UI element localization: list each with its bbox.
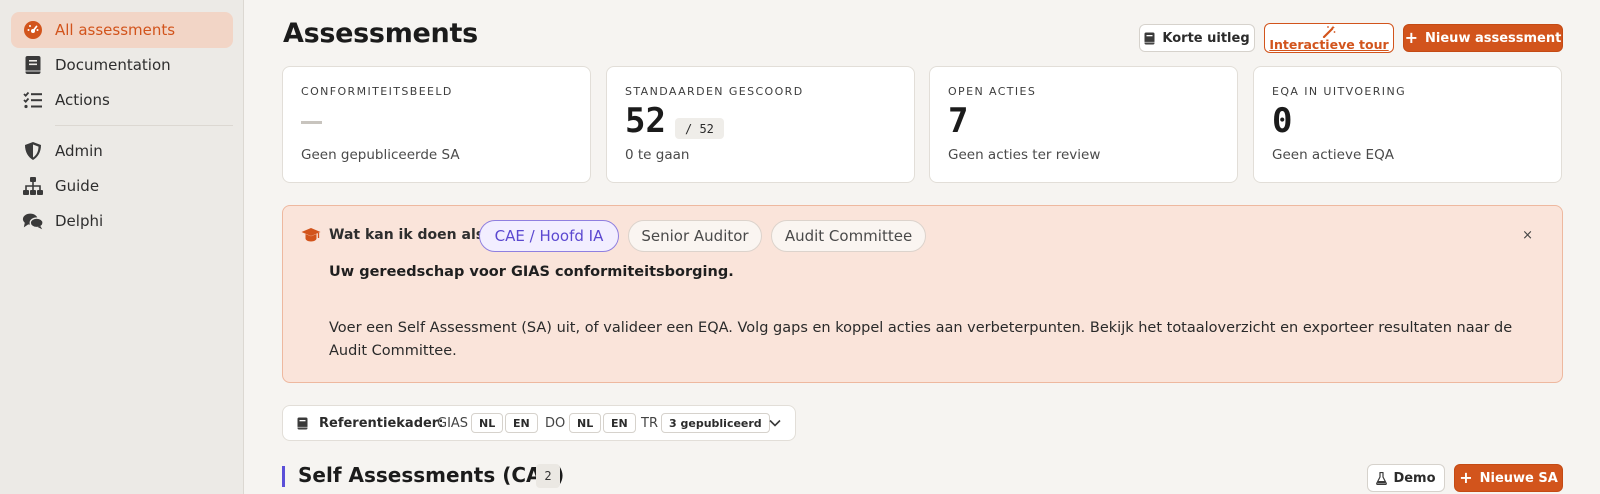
- sidebar-item-actions[interactable]: Actions: [11, 82, 233, 118]
- role-body-text: Voer een Self Assessment (SA) uit, of va…: [329, 320, 1513, 359]
- sidebar-item-label: All assessments: [55, 21, 176, 39]
- card-label: EQA IN UITVOERING: [1272, 85, 1406, 98]
- card-subtext: 0 te gaan: [625, 147, 690, 163]
- section-count-badge: 2: [536, 464, 560, 488]
- korte-uitleg-label: Korte uitleg: [1162, 30, 1250, 46]
- gauge-icon: [22, 19, 44, 41]
- shield-icon: [22, 140, 44, 162]
- sidebar-item-label: Documentation: [55, 56, 171, 74]
- card-value: 0: [1272, 101, 1293, 141]
- gias-nl-tag[interactable]: NL: [471, 413, 504, 433]
- card-subtext: Geen gepubliceerde SA: [301, 147, 460, 163]
- book-icon: [297, 406, 308, 440]
- sidebar-divider: [55, 125, 233, 126]
- reference-framework-bar: Referentiekader: GIAS NL EN DO NL EN TR …: [282, 405, 796, 441]
- stat-card-conformiteitsbeeld: CONFORMITEITSBEELD Geen gepubliceerde SA: [282, 66, 591, 183]
- gias-label: GIAS: [437, 415, 469, 431]
- card-value: 7: [948, 101, 969, 141]
- sidebar-item-all-assessments[interactable]: All assessments: [11, 12, 233, 48]
- section-title: Self Assessments (CAE): [298, 463, 565, 487]
- role-pill-senior-auditor[interactable]: Senior Auditor: [628, 220, 762, 252]
- card-subtext: Geen acties ter review: [948, 147, 1101, 163]
- sidebar-item-label: Delphi: [55, 212, 104, 230]
- section-accent-bar: [282, 466, 285, 487]
- book-icon: [22, 54, 44, 76]
- interactieve-tour-button[interactable]: Interactieve tour: [1264, 23, 1394, 53]
- do-label: DO: [545, 415, 566, 431]
- chevron-down-icon[interactable]: [769, 406, 781, 440]
- card-label: OPEN ACTIES: [948, 85, 1037, 98]
- card-value: 52: [625, 101, 666, 141]
- gias-en-tag[interactable]: EN: [505, 413, 538, 433]
- role-info-panel: Wat kan ik doen als... CAE / Hoofd IA Se…: [282, 205, 1563, 383]
- korte-uitleg-button[interactable]: Korte uitleg: [1139, 24, 1255, 52]
- nieuw-assessment-label: Nieuw assessment: [1425, 30, 1562, 46]
- card-fraction-badge: / 52: [675, 118, 724, 139]
- role-pill-audit-committee[interactable]: Audit Committee: [771, 220, 926, 252]
- stat-card-open-acties: OPEN ACTIES 7 Geen acties ter review: [929, 66, 1238, 183]
- page-title: Assessments: [283, 18, 478, 49]
- close-icon[interactable]: ×: [1522, 228, 1533, 243]
- role-lead-text: Uw gereedschap voor GIAS conformiteitsbo…: [329, 264, 734, 280]
- sidebar-item-label: Actions: [55, 91, 110, 109]
- list-check-icon: [22, 89, 44, 111]
- stat-card-standaarden-gescoord: STANDAARDEN GESCOORD 52 / 52 0 te gaan: [606, 66, 915, 183]
- sidebar-item-admin[interactable]: Admin: [11, 133, 233, 169]
- role-pill-cae[interactable]: CAE / Hoofd IA: [479, 220, 619, 252]
- stat-card-eqa-in-uitvoering: EQA IN UITVOERING 0 Geen actieve EQA: [1253, 66, 1562, 183]
- sidebar-item-label: Admin: [55, 142, 103, 160]
- book-icon: [1144, 32, 1155, 45]
- sitemap-icon: [22, 175, 44, 197]
- demo-button[interactable]: Demo: [1367, 464, 1445, 492]
- sidebar: All assessments Documentation Actions Ad…: [0, 0, 244, 494]
- card-label: CONFORMITEITSBEELD: [301, 85, 453, 98]
- interactieve-tour-label: Interactieve tour: [1269, 37, 1389, 52]
- sidebar-item-guide[interactable]: Guide: [11, 168, 233, 204]
- reference-label: Referentiekader:: [319, 415, 444, 431]
- do-en-tag[interactable]: EN: [603, 413, 636, 433]
- graduation-cap-icon: [301, 227, 321, 247]
- sidebar-item-documentation[interactable]: Documentation: [11, 47, 233, 83]
- do-nl-tag[interactable]: NL: [569, 413, 602, 433]
- tr-label: TR: [641, 415, 658, 431]
- nieuwe-sa-label: Nieuwe SA: [1479, 470, 1558, 486]
- demo-label: Demo: [1393, 470, 1436, 486]
- nieuwe-sa-button[interactable]: + Nieuwe SA: [1454, 464, 1563, 492]
- plus-icon: +: [1404, 28, 1419, 47]
- plus-icon: +: [1459, 468, 1473, 487]
- nieuw-assessment-button[interactable]: + Nieuw assessment: [1403, 24, 1563, 52]
- role-question: Wat kan ik doen als...: [329, 227, 501, 243]
- sidebar-item-label: Guide: [55, 177, 100, 195]
- flask-icon: [1376, 471, 1388, 485]
- sidebar-item-delphi[interactable]: Delphi: [11, 203, 233, 239]
- published-count-tag: 3 gepubliceerd: [661, 413, 770, 433]
- comments-icon: [22, 210, 44, 232]
- card-label: STANDAARDEN GESCOORD: [625, 85, 804, 98]
- card-subtext: Geen actieve EQA: [1272, 147, 1394, 163]
- empty-value-dash: [301, 121, 322, 124]
